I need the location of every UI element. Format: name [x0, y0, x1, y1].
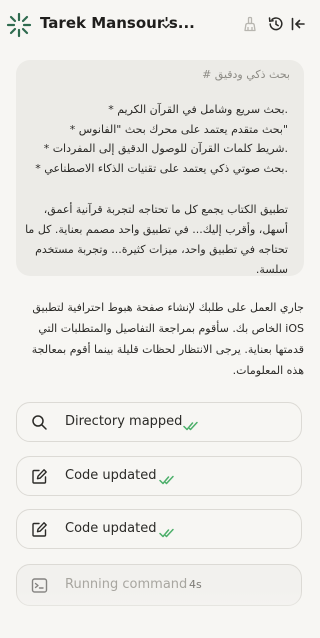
search-icon [31, 414, 48, 431]
chevron-down-icon[interactable] [160, 17, 172, 29]
feature-bullet: .بحث سريع وشامل في القرآن الكريم * [108, 103, 288, 116]
step-code-updated[interactable]: Code updated [16, 509, 302, 549]
bottom-fade-overlay [0, 590, 320, 638]
step-code-updated[interactable]: Code updated [16, 456, 302, 496]
step-label: Directory mapped [65, 414, 183, 429]
edit-file-icon [31, 468, 48, 485]
eight-point-star-logo[interactable] [6, 12, 32, 38]
double-check-icon [159, 471, 175, 485]
message-hashtag-line: بحث ذكي ودقيق # [202, 68, 290, 81]
broom-icon[interactable] [240, 14, 260, 34]
chat-header: Tarek Mansour's... [0, 0, 320, 48]
feature-bullet: .شريط كلمات القرآن للوصول الدقيق إلى الم… [43, 142, 288, 155]
feature-bullet: "بحث متقدم يعتمد على محرك بحث "الفانوس * [69, 122, 288, 136]
collapse-panel-icon[interactable] [288, 14, 308, 34]
assistant-reply-text: جاري العمل على طلبك لإنشاء صفحة هبوط احت… [31, 301, 304, 377]
step-label: Code updated [65, 521, 157, 536]
feature-bullet-list: .بحث سريع وشامل في القرآن الكريم * "بحث … [20, 100, 288, 178]
double-check-icon [159, 524, 175, 538]
history-icon[interactable] [266, 14, 286, 34]
double-check-icon [183, 417, 199, 431]
message-paragraph: تطبيق الكتاب يجمع كل ما تحتاجه لتجربة قر… [25, 203, 288, 276]
feature-bullet: .بحث صوتي ذكي يعتمد على تقنيات الذكاء ال… [35, 161, 288, 175]
user-message-bubble: بحث ذكي ودقيق # .بحث سريع وشامل في القرآ… [16, 60, 304, 276]
edit-file-icon [31, 521, 48, 538]
step-label: Code updated [65, 468, 157, 483]
step-directory-mapped[interactable]: Directory mapped [16, 402, 302, 442]
